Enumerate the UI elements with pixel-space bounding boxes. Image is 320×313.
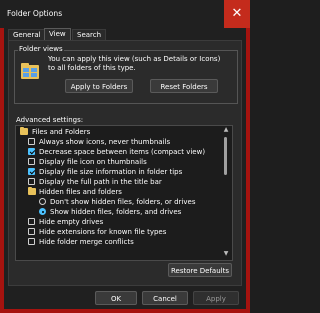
checkbox[interactable] — [28, 158, 35, 165]
window-title: Folder Options — [7, 9, 63, 18]
advanced-settings-scrollbar[interactable]: ▲ ▼ — [221, 125, 231, 259]
folder-views-description: You can apply this view (such as Details… — [48, 55, 221, 72]
checkbox[interactable] — [28, 178, 35, 185]
radio-button[interactable] — [39, 208, 46, 215]
radio-button[interactable] — [39, 198, 46, 205]
window-border-left — [0, 0, 4, 313]
advanced-settings-tree[interactable]: Files and Folders Always show icons, nev… — [15, 125, 233, 261]
cancel-button[interactable]: Cancel — [142, 291, 188, 305]
folder-icon — [28, 186, 36, 195]
window-border-bottom — [0, 309, 250, 313]
advanced-settings-label: Advanced settings: — [16, 116, 84, 124]
scroll-up-icon[interactable]: ▲ — [221, 126, 231, 134]
reset-folders-button[interactable]: Reset Folders — [150, 79, 218, 93]
window-border-right — [246, 0, 250, 313]
apply-to-folders-button[interactable]: Apply to Folders — [65, 79, 133, 93]
ok-button[interactable]: OK — [95, 291, 137, 305]
checkbox[interactable] — [28, 138, 35, 145]
folder-views-icon — [21, 63, 39, 79]
folder-options-window: Folder Options ✕ General View Search Fol… — [0, 0, 250, 313]
title-bar: Folder Options ✕ — [0, 0, 250, 28]
checkbox[interactable] — [28, 218, 35, 225]
folder-icon — [20, 126, 28, 135]
restore-defaults-button[interactable]: Restore Defaults — [168, 263, 232, 277]
checkbox[interactable] — [28, 228, 35, 235]
scroll-thumb[interactable] — [224, 137, 227, 175]
folder-views-label: Folder views — [18, 45, 64, 53]
checkbox[interactable] — [28, 148, 35, 155]
apply-button[interactable]: Apply — [193, 291, 239, 305]
scroll-down-icon[interactable]: ▼ — [221, 250, 231, 258]
checkbox[interactable] — [28, 168, 35, 175]
checkbox[interactable] — [28, 238, 35, 245]
close-button[interactable]: ✕ — [224, 0, 250, 28]
